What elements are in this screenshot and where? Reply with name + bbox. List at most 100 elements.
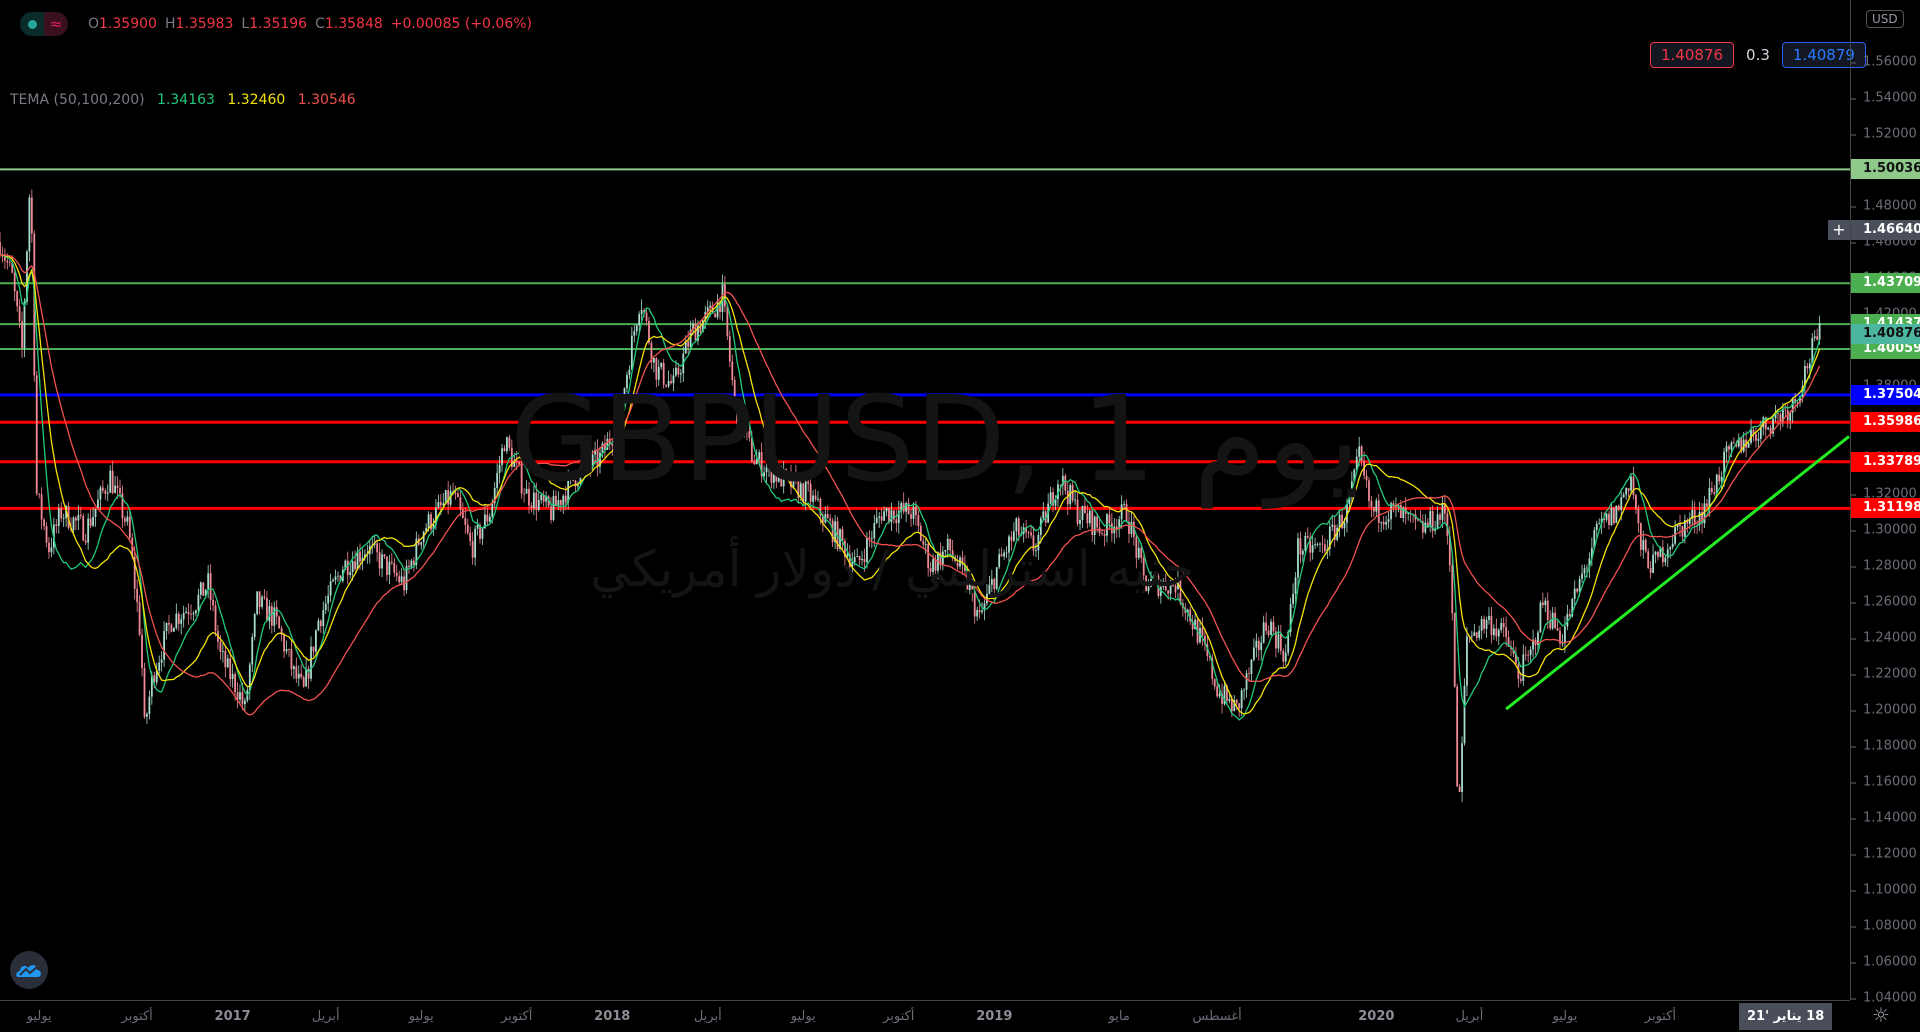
candle bbox=[408, 559, 410, 574]
candle bbox=[393, 557, 396, 577]
candle bbox=[1137, 539, 1140, 560]
candle bbox=[993, 577, 996, 595]
candle bbox=[1164, 573, 1167, 592]
candle bbox=[212, 592, 214, 612]
candle bbox=[765, 462, 768, 483]
candle bbox=[1816, 328, 1819, 341]
candle bbox=[726, 305, 729, 341]
candle bbox=[315, 628, 317, 656]
candle bbox=[1084, 498, 1086, 514]
candle bbox=[1012, 522, 1015, 543]
candle bbox=[902, 492, 905, 515]
candle bbox=[861, 551, 863, 566]
candle bbox=[1309, 532, 1312, 562]
candle bbox=[1306, 527, 1309, 540]
candle bbox=[584, 457, 587, 469]
candle bbox=[1654, 550, 1657, 564]
candle bbox=[1414, 509, 1417, 530]
candle bbox=[574, 479, 577, 492]
indicator-legend[interactable]: TEMA (50,100,200) 1.34163 1.32460 1.3054… bbox=[10, 92, 364, 108]
wave-icon[interactable]: ≈ bbox=[44, 12, 68, 36]
candle bbox=[1473, 624, 1476, 636]
candle bbox=[941, 545, 944, 571]
candle bbox=[611, 437, 614, 456]
candle bbox=[275, 599, 278, 625]
candle bbox=[38, 493, 41, 499]
candle bbox=[1008, 534, 1010, 563]
candle bbox=[1201, 617, 1204, 647]
candle bbox=[1461, 736, 1463, 803]
candle bbox=[1145, 575, 1148, 592]
candle bbox=[1333, 515, 1336, 548]
candle bbox=[995, 567, 998, 591]
currency-button[interactable]: USD bbox=[1866, 10, 1904, 28]
visibility-toggle[interactable]: ≈ bbox=[20, 12, 68, 36]
candle bbox=[1069, 483, 1072, 510]
candle bbox=[1316, 542, 1319, 547]
time-axis[interactable]: أكتوبر يوليو أبريل 2020 أغسطس مايو 2019 أكتوبر ي… bbox=[0, 1000, 1850, 1032]
candle bbox=[300, 664, 303, 680]
candle bbox=[1387, 511, 1390, 529]
candle bbox=[165, 622, 168, 640]
settings-gear-icon[interactable]: ☼ bbox=[1872, 1003, 1890, 1027]
candle bbox=[540, 493, 543, 504]
candle bbox=[1500, 618, 1503, 633]
candle bbox=[1382, 515, 1385, 530]
candle bbox=[1079, 509, 1081, 531]
price-chart[interactable] bbox=[0, 0, 1850, 1000]
indicator-name[interactable]: TEMA (50,100,200) bbox=[10, 92, 145, 108]
candle bbox=[1091, 508, 1094, 542]
candle bbox=[43, 517, 45, 531]
sell-button[interactable]: 1.40876 bbox=[1650, 42, 1735, 68]
candle bbox=[1098, 518, 1101, 537]
candle bbox=[510, 439, 513, 471]
candle bbox=[163, 621, 165, 667]
candle bbox=[383, 553, 386, 560]
candle bbox=[555, 490, 557, 506]
candle bbox=[1615, 505, 1618, 524]
time-tick-label: أكتوبر bbox=[501, 1009, 533, 1024]
price-axis[interactable]: 1.04000 1.06000 1.08000 1.10000 1.12000 1.140… bbox=[1850, 0, 1920, 1006]
trendline[interactable] bbox=[1505, 435, 1850, 711]
candle bbox=[1184, 603, 1187, 621]
candle bbox=[1713, 485, 1716, 496]
candle bbox=[481, 527, 484, 545]
candle bbox=[1453, 612, 1456, 688]
candle bbox=[305, 658, 308, 688]
candle bbox=[630, 326, 633, 371]
candle bbox=[109, 465, 112, 494]
candle bbox=[1429, 506, 1432, 533]
tradingview-logo-icon[interactable] bbox=[10, 951, 48, 989]
candle bbox=[1561, 633, 1564, 648]
candle bbox=[1370, 496, 1373, 518]
horizontal-lines bbox=[0, 168, 1850, 510]
price-tick-label: 1.54000 bbox=[1851, 90, 1917, 106]
time-tick-label: يوليو bbox=[408, 1009, 434, 1024]
time-tick-label: 2020 bbox=[1358, 1009, 1395, 1024]
candle bbox=[155, 662, 158, 686]
candle bbox=[190, 604, 192, 620]
candle bbox=[1385, 515, 1388, 531]
candle bbox=[1282, 648, 1285, 669]
candle bbox=[652, 357, 655, 373]
candle bbox=[1505, 616, 1508, 647]
candle bbox=[1431, 505, 1434, 538]
candle bbox=[1155, 571, 1157, 579]
change-value: +0.00085 (+0.06%) bbox=[390, 16, 532, 32]
candle bbox=[28, 194, 31, 262]
price-label-1.33789: 1.33789 bbox=[1851, 451, 1920, 472]
candle bbox=[1377, 493, 1380, 533]
candle bbox=[934, 554, 937, 577]
candle bbox=[650, 340, 653, 370]
candle bbox=[62, 513, 65, 527]
candle bbox=[990, 569, 993, 592]
candle bbox=[143, 662, 146, 719]
candle bbox=[586, 455, 589, 473]
candle bbox=[1806, 362, 1809, 374]
candle bbox=[787, 471, 790, 478]
eye-dot-icon[interactable] bbox=[20, 12, 44, 36]
candle bbox=[503, 445, 506, 452]
add-alert-plus-icon[interactable]: + bbox=[1828, 220, 1850, 241]
candle bbox=[1612, 506, 1615, 525]
candle bbox=[621, 396, 623, 406]
